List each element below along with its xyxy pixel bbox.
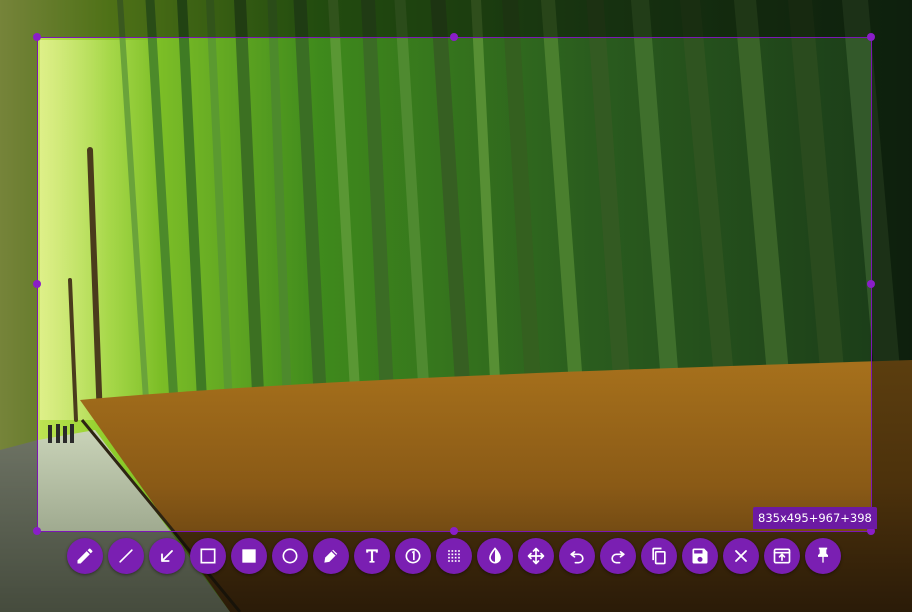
rectangle-filled-tool-button[interactable]	[231, 538, 267, 574]
arrow-icon	[161, 550, 173, 562]
counter-icon	[405, 548, 421, 564]
pin-button[interactable]	[805, 538, 841, 574]
close-icon	[735, 550, 747, 562]
copy-clipboard-button[interactable]	[641, 538, 677, 574]
pixelate-icon	[448, 550, 460, 562]
circle-outline-icon	[282, 548, 298, 564]
marker-icon	[324, 549, 338, 563]
resize-handle-top-right[interactable]	[867, 33, 875, 41]
pencil-icon	[77, 548, 93, 564]
invert-tool-button[interactable]	[477, 538, 513, 574]
resize-handle-right[interactable]	[867, 280, 875, 288]
pencil-tool-button[interactable]	[67, 538, 103, 574]
open-app-button[interactable]	[764, 538, 800, 574]
save-icon	[692, 548, 708, 564]
text-icon	[366, 549, 378, 563]
capture-toolbar	[67, 538, 841, 574]
move-icon	[527, 547, 545, 565]
resize-handle-left[interactable]	[33, 280, 41, 288]
square-outline-icon	[200, 548, 216, 564]
selection-size-label: 835x495+967+398	[753, 507, 877, 529]
open-in-app-icon	[773, 548, 791, 564]
line-icon	[119, 549, 133, 563]
exit-button[interactable]	[723, 538, 759, 574]
line-tool-button[interactable]	[108, 538, 144, 574]
marker-tool-button[interactable]	[313, 538, 349, 574]
pin-icon	[818, 547, 828, 563]
resize-handle-top[interactable]	[450, 33, 458, 41]
resize-handle-top-left[interactable]	[33, 33, 41, 41]
redo-button[interactable]	[600, 538, 636, 574]
selection-frame[interactable]	[37, 37, 872, 532]
resize-handle-bottom[interactable]	[450, 527, 458, 535]
resize-handle-bottom-left[interactable]	[33, 527, 41, 535]
move-selection-button[interactable]	[518, 538, 554, 574]
undo-icon	[570, 551, 584, 564]
arrow-tool-button[interactable]	[149, 538, 185, 574]
invert-icon	[489, 547, 501, 564]
copy-icon	[652, 547, 666, 565]
circle-tool-button[interactable]	[272, 538, 308, 574]
counter-tool-button[interactable]	[395, 538, 431, 574]
redo-icon	[611, 551, 625, 564]
text-tool-button[interactable]	[354, 538, 390, 574]
save-button[interactable]	[682, 538, 718, 574]
undo-button[interactable]	[559, 538, 595, 574]
rectangle-outline-tool-button[interactable]	[190, 538, 226, 574]
square-filled-icon	[242, 549, 256, 563]
pixelate-tool-button[interactable]	[436, 538, 472, 574]
